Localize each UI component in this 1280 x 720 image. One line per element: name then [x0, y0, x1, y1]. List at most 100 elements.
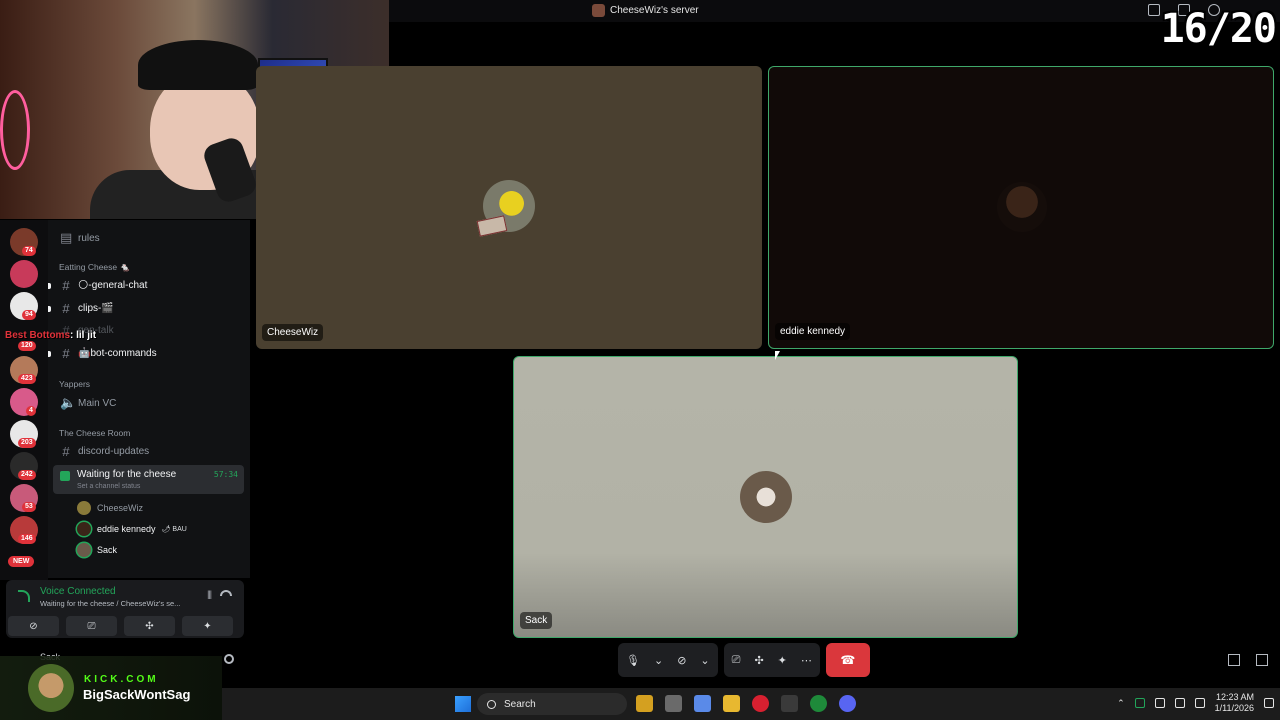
video-tile-cheesewiz[interactable]: CheeseWiz — [256, 66, 762, 349]
avatar — [77, 543, 91, 557]
category-yappers[interactable]: Yappers — [59, 379, 90, 389]
category-eatting-cheese[interactable]: Eatting Cheese 🐁 — [59, 262, 130, 273]
camera-off-button[interactable]: ⊘ — [8, 616, 59, 636]
rgb-light — [0, 90, 30, 170]
chrome-icon[interactable] — [810, 695, 827, 712]
more-icon[interactable]: ⋯ — [801, 654, 812, 667]
server-icon-2[interactable] — [10, 260, 38, 288]
unread-indicator — [48, 305, 51, 312]
mouse-cursor — [775, 351, 780, 360]
badge: 203 — [18, 438, 36, 448]
rules-icon: ▤ — [60, 230, 73, 245]
channel-label: Main VC — [78, 397, 117, 409]
new-badge: NEW — [8, 556, 35, 567]
tile-label: Sack — [520, 612, 553, 629]
badge: 94 — [22, 310, 36, 320]
channel-status[interactable]: Set a channel status — [77, 483, 140, 490]
member-tag: 🌶 BAU — [161, 526, 187, 533]
activities-icon[interactable]: ✣ — [754, 654, 763, 667]
channel-rules[interactable]: ▤ rules — [60, 230, 100, 246]
system-tray: ⌃ 12:23 AM 1/11/2026 — [1117, 692, 1274, 714]
avatar — [740, 471, 792, 523]
server-rail: 74 94 120 423 4 203 242 53 146 NEW — [0, 220, 48, 580]
volume-icon[interactable] — [1194, 698, 1205, 708]
signal-icon[interactable] — [18, 590, 30, 602]
end-call-button[interactable]: ☎ — [825, 643, 870, 677]
discord-icon[interactable] — [839, 695, 856, 712]
video-tile-eddie-kennedy[interactable]: eddie kennedy — [768, 66, 1274, 349]
gear-icon[interactable] — [224, 654, 234, 664]
screen-share-icon[interactable]: ⎚ — [732, 654, 741, 667]
noise-suppression-icon[interactable]: ⦀ — [207, 590, 212, 603]
notification-icon[interactable] — [1264, 698, 1274, 708]
voice-connected-subtitle[interactable]: Waiting for the cheese / CheeseWiz's se.… — [40, 599, 180, 608]
chevron-up-icon[interactable]: ⌃ — [1117, 698, 1125, 709]
member-name: Sack — [97, 545, 118, 555]
tile-label: CheeseWiz — [262, 324, 324, 341]
channel-sidebar: ▤ rules Eatting Cheese 🐁 # 🌕-general-cha… — [48, 220, 250, 578]
channel-main-vc[interactable]: 🔈 Main VC — [60, 395, 116, 411]
clock-date: 1/11/2026 — [1214, 703, 1254, 713]
channel-discord-updates[interactable]: # discord-updates — [60, 444, 149, 459]
voice-member[interactable]: CheeseWiz — [77, 501, 143, 515]
search-label: Search — [504, 698, 536, 710]
camera-off-icon[interactable]: ⊘ — [677, 654, 686, 667]
category-cheese-room[interactable]: The Cheese Room — [59, 428, 130, 438]
streamer-cap — [138, 40, 258, 90]
taskbar-search[interactable]: Search — [477, 693, 627, 715]
battery-icon[interactable] — [1154, 698, 1165, 708]
hash-icon: # — [62, 301, 70, 316]
voice-action-buttons: ⊘ ⎚ ✣ ✦ — [8, 616, 233, 636]
chevron-down-icon[interactable]: ⌄ — [700, 654, 709, 667]
channel-general-chat[interactable]: # 🌕-general-chat — [48, 278, 147, 293]
channel-label: discord-updates — [78, 446, 150, 457]
video-tile-sack[interactable]: Sack — [513, 356, 1018, 638]
soundboard-icon[interactable]: ✦ — [778, 654, 787, 667]
store-icon[interactable] — [781, 695, 798, 712]
voice-member[interactable]: Sack — [77, 543, 117, 557]
screen-share-button[interactable]: ⎚ — [66, 616, 117, 636]
badge: 4 — [26, 406, 36, 416]
badge: 242 — [18, 470, 36, 480]
activities-button[interactable]: ✣ — [124, 616, 175, 636]
kick-site: KICK.COM — [84, 674, 159, 685]
wifi-icon[interactable] — [1174, 698, 1185, 708]
channel-clips[interactable]: # clips-🎬 — [48, 301, 114, 316]
channel-label: rules — [78, 232, 100, 244]
badge: 120 — [18, 341, 36, 351]
taskbar: Search ⌃ 12:23 AM 1/11/2026 — [222, 688, 1280, 720]
search-icon — [487, 699, 496, 709]
share-group: ⎚ ✣ ✦ ⋯ — [723, 643, 820, 677]
avatar — [77, 501, 91, 515]
member-name: CheeseWiz — [97, 503, 144, 513]
widget-icon[interactable] — [636, 695, 653, 712]
kick-avatar — [28, 664, 74, 712]
clock[interactable]: 12:23 AM 1/11/2026 — [1215, 692, 1254, 714]
channel-bot-commands[interactable]: # 🤖bot-commands — [48, 346, 157, 361]
server-title: CheeseWiz's server — [592, 4, 699, 17]
windows-start-icon[interactable] — [455, 696, 471, 712]
kick-overlay: KICK.COM BigSackWontSag — [0, 656, 222, 720]
voice-member[interactable]: eddie kennedy 🌶 BAU — [77, 522, 187, 536]
speaker-icon: 🔈 — [60, 395, 77, 410]
opera-icon[interactable] — [752, 695, 769, 712]
avatar — [77, 522, 91, 536]
microphone-icon[interactable]: 🎙 — [626, 654, 640, 667]
active-voice-channel[interactable]: Waiting for the cheese Set a channel sta… — [53, 465, 244, 494]
call-controls: 🎙 ⌄ ⊘ ⌄ ⎚ ✣ ✦ ⋯ ☎ — [618, 643, 870, 677]
soundboard-button[interactable]: ✦ — [182, 616, 233, 636]
popout-icon[interactable] — [1228, 654, 1240, 666]
fullscreen-icon[interactable] — [1256, 654, 1268, 666]
unread-indicator — [48, 282, 51, 289]
task-view-icon[interactable] — [665, 695, 682, 712]
stream-chat-line: Best Bottoms: lil jit — [5, 330, 96, 341]
flag-icon[interactable] — [1148, 4, 1160, 16]
mic-tray-icon[interactable] — [1134, 698, 1145, 708]
hash-icon: # — [62, 278, 70, 293]
disconnect-icon[interactable] — [220, 590, 232, 596]
copilot-icon[interactable] — [694, 695, 711, 712]
chat-username: Best Bottoms — [5, 330, 71, 341]
file-explorer-icon[interactable] — [723, 695, 740, 712]
tile-label: eddie kennedy — [775, 323, 851, 340]
chevron-down-icon[interactable]: ⌄ — [654, 654, 663, 667]
